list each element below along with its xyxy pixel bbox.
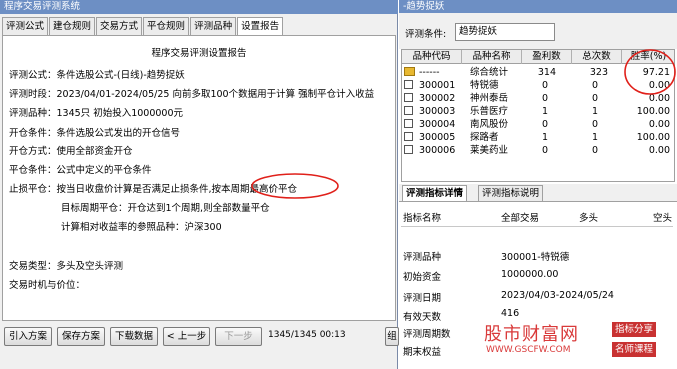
- watermark-brand: 股市财富网: [484, 324, 579, 345]
- stoploss-annotation-circle: [251, 173, 339, 199]
- annotation-layer: [251, 49, 676, 199]
- watermark-badge-share: 指标分享: [612, 322, 657, 337]
- watermark-url: WWW.GSCFW.COM: [486, 345, 571, 355]
- watermark-badge-course: 名师课程: [612, 342, 657, 357]
- winrate-annotation-circle: [624, 49, 676, 95]
- site-watermark: 股市财富网 WWW.GSCFW.COM 指标分享 名师课程: [470, 318, 677, 369]
